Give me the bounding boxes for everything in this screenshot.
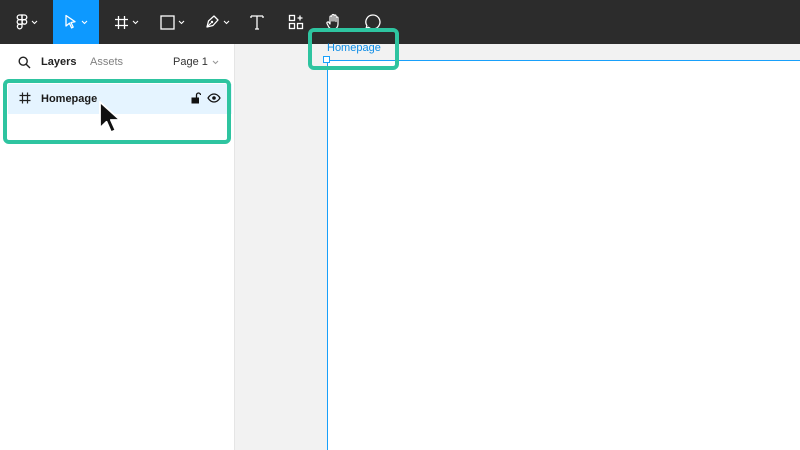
chevron-down-icon — [132, 20, 138, 24]
highlight-box-frame-label — [308, 28, 399, 70]
main-menu-button[interactable] — [6, 0, 48, 44]
chevron-down-icon — [178, 20, 184, 24]
pen-tool-button[interactable] — [197, 0, 237, 44]
page-selector[interactable]: Page 1 — [173, 56, 219, 68]
page-selector-label: Page 1 — [173, 56, 208, 68]
search-icon[interactable] — [18, 56, 31, 69]
tab-layers[interactable]: Layers — [41, 56, 76, 68]
frame-hash-icon — [114, 15, 128, 29]
canvas[interactable]: Homepage — [235, 42, 800, 450]
mouse-pointer-icon — [99, 101, 121, 134]
components-icon — [288, 14, 304, 30]
figma-logo-icon — [16, 14, 28, 30]
rectangle-icon — [159, 14, 175, 30]
cursor-arrow-icon — [65, 14, 76, 29]
frame-homepage[interactable] — [327, 60, 800, 450]
tab-assets[interactable]: Assets — [90, 56, 123, 68]
panel-tabs: Layers Assets Page 1 — [0, 44, 234, 82]
shape-tool-button[interactable] — [152, 0, 192, 44]
chevron-down-icon — [212, 60, 219, 64]
toolbar — [0, 0, 800, 44]
chevron-down-icon — [81, 20, 88, 24]
text-icon — [250, 15, 264, 30]
chevron-down-icon — [223, 20, 230, 24]
frame-tool-button[interactable] — [106, 0, 146, 44]
chevron-down-icon — [31, 20, 38, 24]
pen-icon — [206, 15, 219, 28]
text-tool-button[interactable] — [242, 0, 272, 44]
move-tool-button[interactable] — [53, 0, 99, 44]
